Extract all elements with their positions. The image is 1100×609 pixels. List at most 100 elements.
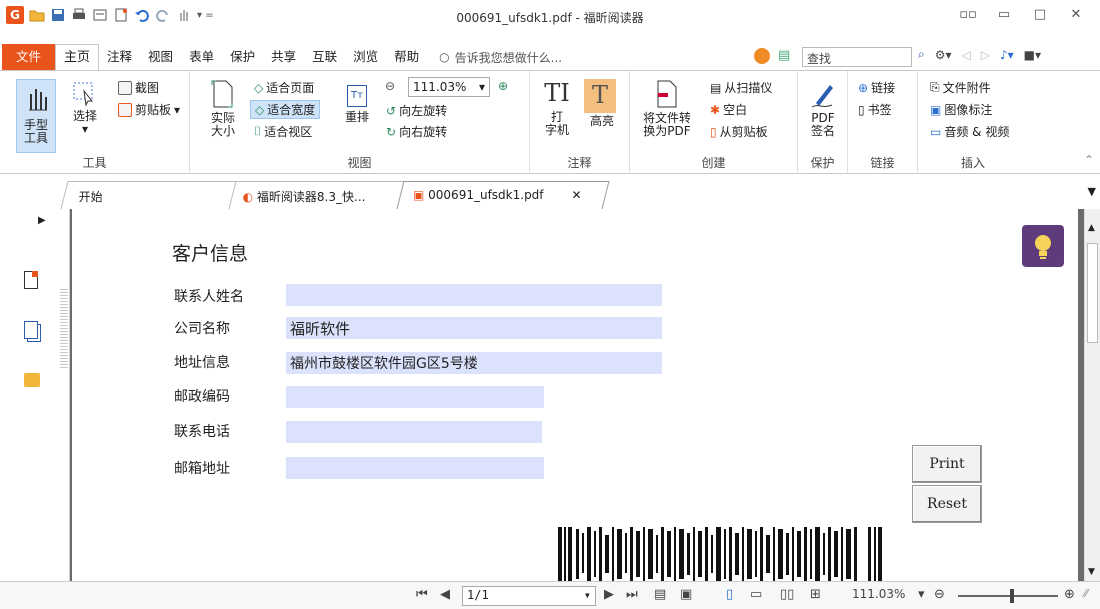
from-scanner-button[interactable]: ▤ 从扫描仪 [710,79,772,96]
menu-form[interactable]: 表单 [181,44,222,70]
menu-file[interactable]: 文件 [2,44,56,70]
zoom-percent[interactable]: 111.03% [852,587,905,601]
tab-start[interactable]: 开始 [60,181,238,209]
postcode-field[interactable] [286,386,544,408]
settings-icon[interactable]: ⚙▾ [935,48,952,62]
new-doc-icon[interactable] [113,7,129,23]
notification-icon[interactable] [754,48,770,64]
menu-browse[interactable]: 浏览 [345,44,386,70]
minimize-icon[interactable]: ▭ [986,3,1022,25]
bell-icon[interactable]: ♪▾ [1000,48,1014,62]
print-icon[interactable] [71,7,87,23]
zoom-in-status-icon[interactable]: ⊕ [1064,587,1075,602]
facing-page-icon[interactable]: ▯▯ [780,587,794,602]
file-attachment-button[interactable]: ⎘ 文件附件 [930,79,991,96]
fit-view-button[interactable]: ⌷ 适合视区 [254,123,312,140]
scroll-down-icon[interactable]: ▼ [1088,567,1095,577]
pdf-sign-button[interactable]: PDF 签名 [806,79,840,138]
email-field[interactable] [286,457,544,479]
properties-icon[interactable] [92,7,108,23]
image-annotation-button[interactable]: ▣ 图像标注 [930,101,992,118]
prev-icon[interactable]: ◁ [962,48,971,62]
find-icon[interactable]: ▤ [778,48,790,63]
contact-name-field[interactable] [286,284,662,306]
open-folder-icon[interactable] [29,7,45,23]
menu-help[interactable]: 帮助 [386,44,427,70]
next-page-icon[interactable]: ▶ [604,587,614,602]
zoom-in-icon[interactable]: ⊕ [498,79,508,93]
last-page-icon[interactable]: ⏭ [626,587,638,602]
comments-panel-icon[interactable] [24,373,40,387]
prev-page-icon[interactable]: ◀ [440,587,450,602]
scroll-up-icon[interactable]: ▲ [1088,223,1095,233]
print-form-button[interactable]: Print [912,445,982,483]
qat-more-icon[interactable]: ▾ = [197,10,214,21]
zoom-slider-thumb[interactable] [1010,589,1014,603]
tab-foxit-reader[interactable]: ◐ 福昕阅读器8.3_快... [228,181,408,209]
menu-view[interactable]: 视图 [140,44,181,70]
phone-field[interactable] [286,421,542,443]
vertical-scrollbar[interactable]: ▲ ▼ [1084,209,1100,581]
layers-icon[interactable] [24,321,38,339]
fit-page-button[interactable]: ◇ 适合页面 [254,79,314,96]
search-input[interactable]: 查找 [802,47,912,67]
convert-to-pdf-button[interactable]: 将文件转 换为PDF [640,79,694,138]
zoom-menu-icon[interactable]: ▾ [918,587,925,602]
close-icon[interactable]: ✕ [1058,3,1094,25]
bookmark-button[interactable]: ▯ 书签 [858,101,892,118]
rotate-right-button[interactable]: ↻ 向右旋转 [386,123,447,140]
zoom-slider[interactable] [958,589,1058,603]
menu-comment[interactable]: 注释 [99,44,140,70]
typewriter-button[interactable]: TI 打 字机 [542,79,572,137]
blank-button[interactable]: ✱ 空白 [710,101,747,118]
clipboard-button[interactable]: 剪贴板 ▾ [118,101,180,118]
undo-icon[interactable] [134,7,150,23]
copy-page-icon[interactable]: ▣ [680,587,692,602]
tab-list-icon[interactable]: ▼ [1088,185,1096,198]
menu-protect[interactable]: 保护 [222,44,263,70]
from-clipboard-button[interactable]: ▯ 从剪贴板 [710,123,768,140]
tab-current-pdf[interactable]: ▣ 000691_ufsdk1.pdf ✕ [396,181,610,209]
company-field[interactable]: 福昕软件 [286,317,662,339]
menu-home[interactable]: 主页 [55,44,100,71]
expand-panel-icon[interactable]: ▶ [38,215,46,226]
address-field[interactable]: 福州市鼓楼区软件园G区5号楼 [286,352,662,374]
zoom-select[interactable]: 111.03% ▾ [408,77,490,97]
select-tool-button[interactable]: 选择 ▾ [70,81,100,136]
reset-form-button[interactable]: Reset [912,485,982,523]
menu-connect[interactable]: 互联 [304,44,345,70]
rotate-left-button[interactable]: ↺ 向左旋转 [386,102,447,119]
single-page-icon[interactable]: ▯ [726,587,733,602]
tips-button[interactable] [1022,225,1064,267]
tab-close-icon[interactable]: ✕ [572,188,582,202]
select-dropdown-icon[interactable]: ▾ [70,123,100,136]
redo-icon[interactable] [155,7,171,23]
extract-page-icon[interactable]: ▤ [654,587,666,602]
screenshot-button[interactable]: 截图 [118,79,159,96]
fit-width-button[interactable]: ◇ 适合宽度 [250,100,321,119]
audio-video-button[interactable]: ▭ 音频 & 视频 [930,123,1009,140]
tell-me-box[interactable]: ○ 告诉我您想做什么... [439,49,562,66]
first-page-icon[interactable]: ⏮ [416,587,428,602]
next-icon[interactable]: ▷ [981,48,990,62]
maximize-icon[interactable]: □ [1022,3,1058,25]
search-go-icon[interactable]: ⌕ [918,47,925,62]
menu-share[interactable]: 共享 [263,44,304,70]
actual-size-button[interactable]: 实际 大小 [206,79,240,138]
hand-small-icon[interactable] [176,7,192,23]
page-thumbnails-icon[interactable] [24,271,38,289]
collapse-ribbon-icon[interactable]: ⌃ [1084,153,1094,167]
ribbon-display-icon[interactable]: ▫▫ [950,3,986,25]
reflow-button[interactable]: Tт 重排 [342,85,372,124]
link-button[interactable]: ⊕ 链接 [858,79,895,96]
scroll-thumb[interactable] [1087,243,1098,343]
zoom-out-status-icon[interactable]: ⊖ [934,587,945,602]
panel-resize-grip[interactable] [60,289,68,369]
hand-tool-button[interactable]: 手型 工具 [16,79,56,153]
continuous-page-icon[interactable]: ▭ [750,587,762,602]
continuous-facing-icon[interactable]: ⊞ [810,587,821,602]
highlight-button[interactable]: T 高亮 [584,79,620,128]
save-icon[interactable] [50,7,66,23]
resize-grip-icon[interactable]: ⁄⁄ [1084,587,1088,600]
zoom-out-icon[interactable]: ⊖ [385,79,395,93]
